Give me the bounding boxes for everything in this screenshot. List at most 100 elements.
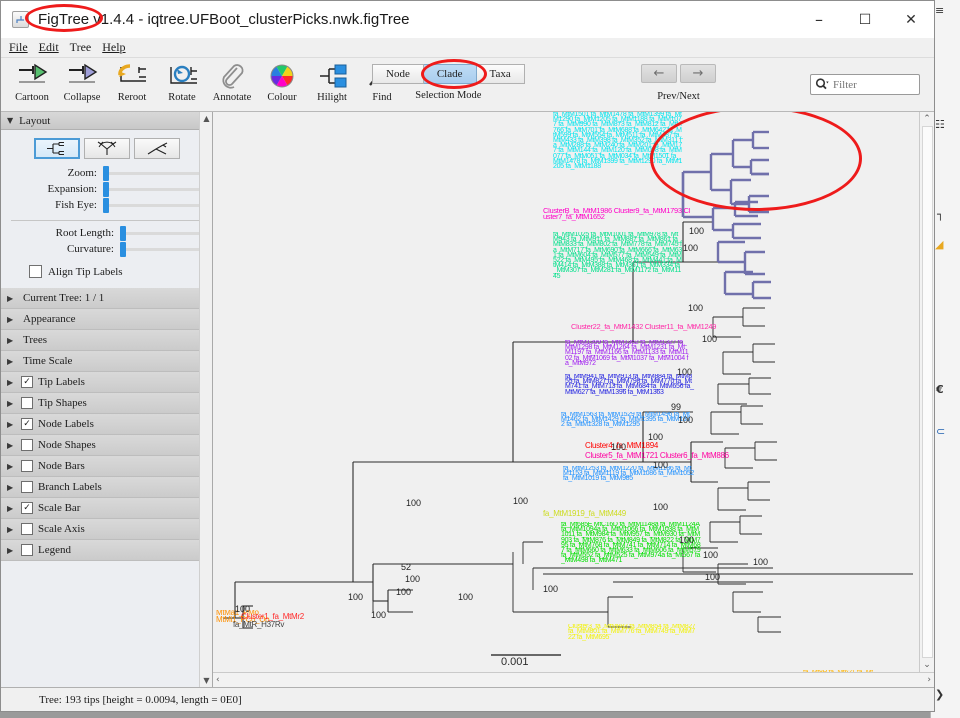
- chevron-right-icon: ▶: [7, 398, 14, 408]
- chevron-right-icon: ▶: [7, 503, 14, 513]
- zoom-slider-label: Zoom:: [67, 167, 97, 179]
- canvas-vertical-scrollbar[interactable]: ⌃ ⌄: [919, 112, 934, 672]
- sidebar-item-node-shapes[interactable]: ▶ Node Shapes ⤓: [1, 435, 212, 456]
- sidebar-item-tip-shapes[interactable]: ▶ Tip Shapes ⤓: [1, 393, 212, 414]
- selection-mode-node[interactable]: Node: [372, 64, 424, 84]
- node-support-label: 100: [371, 610, 387, 620]
- prev-next-group: ← → Prev/Next: [641, 64, 716, 102]
- curvature-slider-knob[interactable]: [120, 241, 126, 257]
- sidebar-item-branch-labels[interactable]: ▶ Branch Labels ⤓: [1, 477, 212, 498]
- node-support-label: 100: [753, 557, 769, 567]
- sidebar-item-appearance[interactable]: ▶ Appearance ⤓: [1, 309, 212, 330]
- zoom-slider[interactable]: [103, 165, 204, 181]
- expansion-slider-knob[interactable]: [103, 181, 109, 197]
- scale-axis-checkbox[interactable]: [21, 523, 33, 535]
- sidebar-item-current-tree[interactable]: ▶ Current Tree: 1 / 1 ⤓: [1, 288, 212, 309]
- bg-glyph-5: ⊂: [936, 425, 946, 438]
- reroot-icon: [115, 61, 149, 91]
- annotate-button[interactable]: Annotate: [207, 58, 257, 103]
- tip-shapes-checkbox[interactable]: [21, 397, 33, 409]
- chevron-right-icon: ▶: [7, 335, 14, 345]
- sidebar-item-label: Current Tree: 1 / 1: [23, 292, 105, 304]
- menu-help[interactable]: Help: [102, 40, 125, 55]
- minimize-button[interactable]: –: [796, 1, 842, 38]
- selection-mode-clade[interactable]: Clade: [423, 64, 477, 84]
- curvature-slider-row: Curvature:: [9, 241, 204, 257]
- filter-box[interactable]: ✕: [810, 74, 960, 95]
- node-support-label: 100: [653, 460, 669, 470]
- rectangular-layout-button[interactable]: [33, 138, 80, 159]
- legend-checkbox[interactable]: [21, 544, 33, 556]
- node-bars-checkbox[interactable]: [21, 460, 33, 472]
- expansion-slider[interactable]: [103, 181, 204, 197]
- sidebar-item-time-scale[interactable]: ▶ Time Scale ⤓: [1, 351, 212, 372]
- menu-tree-label: Tree: [69, 40, 92, 54]
- cartoon-button[interactable]: Cartoon: [7, 58, 57, 103]
- rotate-button[interactable]: Rotate: [157, 58, 207, 103]
- cartoon-icon: [15, 61, 49, 91]
- menu-tree[interactable]: Tree: [70, 40, 92, 55]
- node-support-label: 100: [703, 550, 719, 560]
- sidebar-scrollbar[interactable]: ▲ ▼: [199, 112, 212, 687]
- collapse-button[interactable]: Collapse: [57, 58, 107, 103]
- tip-labels-checkbox[interactable]: ✓: [21, 376, 33, 388]
- align-tip-labels-row[interactable]: Align Tip Labels: [9, 259, 204, 278]
- root-length-slider[interactable]: [120, 225, 204, 241]
- close-button[interactable]: ✕: [888, 1, 934, 38]
- window-title: FigTree v1.4.4 - iqtree.UFBoot_clusterPi…: [38, 11, 410, 28]
- sidebar-item-tip-labels[interactable]: ▶ ✓ Tip Labels ⤓: [1, 372, 212, 393]
- fisheye-slider[interactable]: [103, 197, 204, 213]
- sidebar-scroll-down-icon[interactable]: ▼: [200, 674, 212, 687]
- phylogenetic-tree-canvas[interactable]: fa_MtM1501 fa_MtM1478 fa_MtM1399 fa_MtM1…: [213, 112, 919, 672]
- filter-input[interactable]: [829, 77, 960, 92]
- scroll-down-icon[interactable]: ⌄: [923, 660, 931, 670]
- node-support-label: 100: [543, 584, 559, 594]
- next-button[interactable]: →: [680, 64, 716, 83]
- align-tip-labels-checkbox[interactable]: [29, 265, 42, 278]
- canvas-horizontal-scrollbar[interactable]: ‹ ›: [213, 672, 934, 687]
- tip-label-cluster-yellow: Cluster3_fa_MtM883 fa_MtM854 fa_MtM827 f…: [568, 624, 696, 641]
- zoom-slider-knob[interactable]: [103, 165, 109, 181]
- layout-panel-header[interactable]: ▼ Layout ⤓: [1, 112, 212, 130]
- prev-button[interactable]: ←: [641, 64, 677, 83]
- vertical-scroll-thumb[interactable]: [921, 126, 933, 658]
- scroll-right-icon[interactable]: ›: [927, 675, 931, 685]
- figtree-main-window: FigTree v1.4.4 - iqtree.UFBoot_clusterPi…: [0, 0, 960, 712]
- branch-labels-checkbox[interactable]: [21, 481, 33, 493]
- sidebar-scroll-up-icon[interactable]: ▲: [200, 112, 212, 125]
- tip-label-cluster-dodgerblue-lower: fa_MtM1253 fa_MtM1220 fa_MtM1186 fa_MtM1…: [563, 466, 695, 483]
- sidebar-item-scale-bar[interactable]: ▶ ✓ Scale Bar ⤓: [1, 498, 212, 519]
- chevron-down-icon: ▼: [7, 116, 14, 125]
- sidebar-item-scale-axis[interactable]: ▶ Scale Axis ⤓: [1, 519, 212, 540]
- hilight-button[interactable]: Hilight: [307, 58, 357, 103]
- polar-layout-button[interactable]: [83, 138, 130, 159]
- prev-next-buttons: ← →: [641, 64, 716, 83]
- sidebar-item-label: Tip Shapes: [38, 397, 87, 409]
- node-shapes-checkbox[interactable]: [21, 439, 33, 451]
- fisheye-slider-knob[interactable]: [103, 197, 109, 213]
- menu-file[interactable]: File: [9, 40, 28, 55]
- colour-button[interactable]: Colour: [257, 58, 307, 103]
- sidebar-item-legend[interactable]: ▶ Legend ⤓: [1, 540, 212, 561]
- scroll-up-icon[interactable]: ⌃: [923, 114, 931, 124]
- tip-label-cluster-springgreen: fa_MtM1025 fa_MtM1001 fa_MtM978 fa_MtM94…: [553, 232, 682, 280]
- selection-mode-taxa[interactable]: Taxa: [476, 64, 525, 84]
- node-support-label: 100: [235, 604, 251, 614]
- maximize-button[interactable]: ☐: [842, 1, 888, 38]
- sidebar-item-label: Node Bars: [38, 460, 85, 472]
- menu-edit[interactable]: Edit: [39, 40, 59, 55]
- sidebar-item-node-labels[interactable]: ▶ ✓ Node Labels ⤓: [1, 414, 212, 435]
- scale-bar-checkbox[interactable]: ✓: [21, 502, 33, 514]
- reroot-button[interactable]: Reroot: [107, 58, 157, 103]
- root-length-slider-knob[interactable]: [120, 225, 126, 241]
- sidebar-item-label: Time Scale: [23, 355, 73, 367]
- radial-layout-button[interactable]: [133, 138, 180, 159]
- sidebar-item-trees[interactable]: ▶ Trees ⤓: [1, 330, 212, 351]
- sidebar-item-node-bars[interactable]: ▶ Node Bars ⤓: [1, 456, 212, 477]
- curvature-slider[interactable]: [120, 241, 204, 257]
- scroll-left-icon[interactable]: ‹: [216, 675, 220, 685]
- node-labels-checkbox[interactable]: ✓: [21, 418, 33, 430]
- tree-canvas-wrapper: fa_MtM1501 fa_MtM1478 fa_MtM1399 fa_MtM1…: [213, 112, 934, 687]
- figtree-app-icon: [12, 11, 29, 28]
- chevron-right-icon: ▶: [7, 461, 14, 471]
